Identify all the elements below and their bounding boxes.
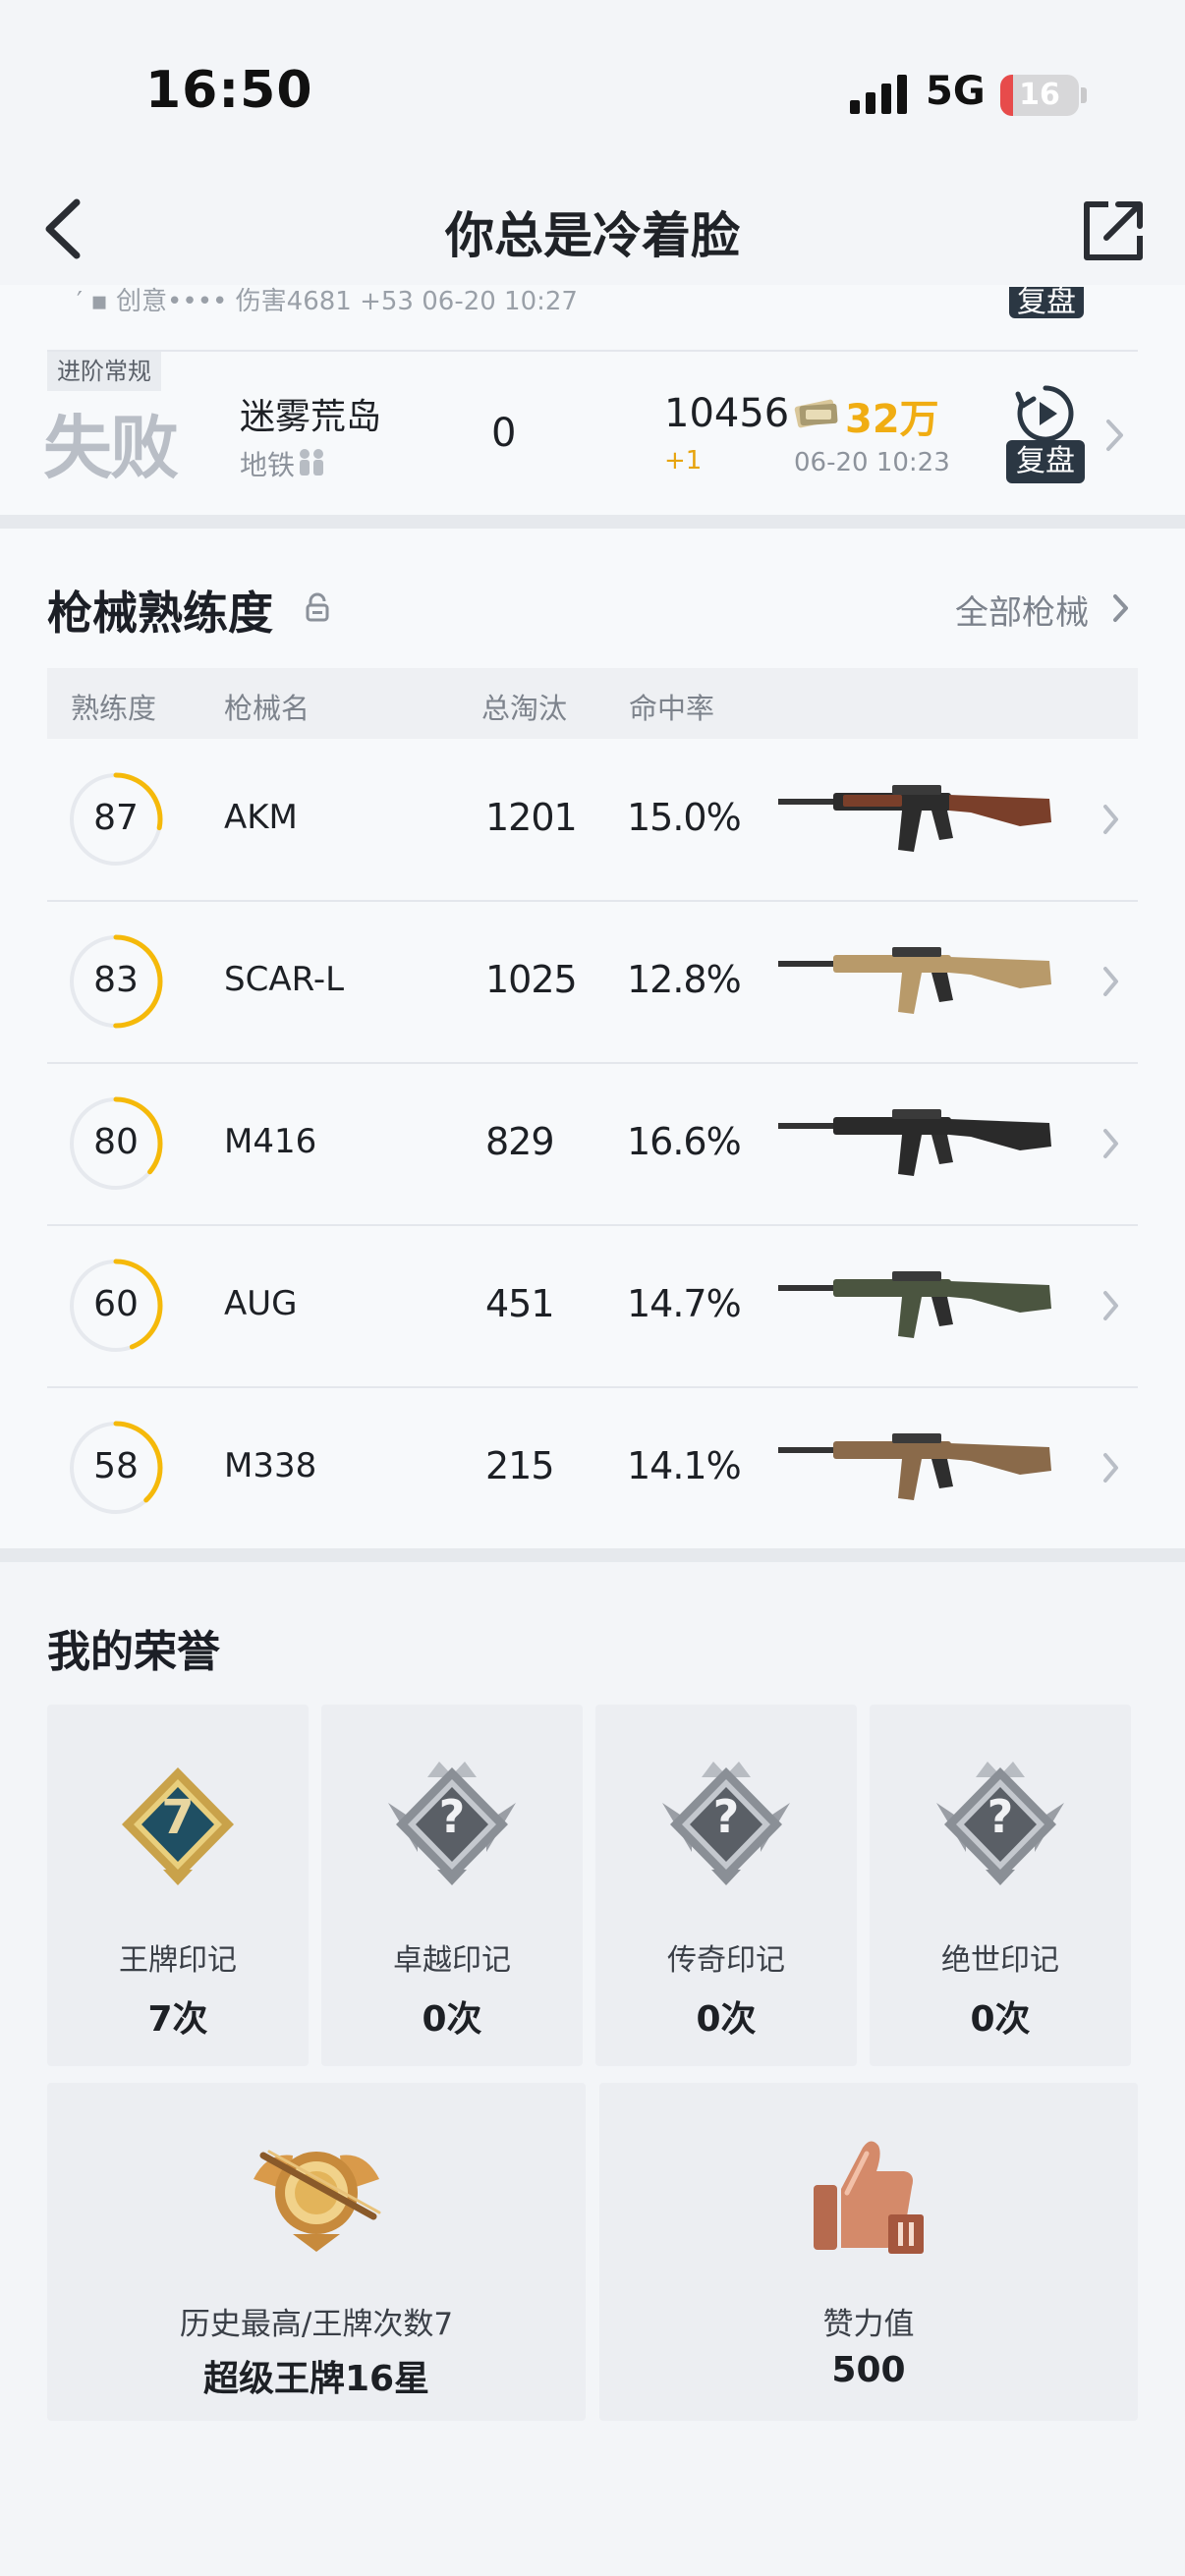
weapon-total-kills: 1201 — [485, 796, 578, 839]
weapon-name: M416 — [224, 1122, 317, 1161]
honor-count: 0次 — [696, 1999, 757, 2040]
battery-percent: 16 — [1019, 78, 1060, 112]
weapon-total-kills: 451 — [485, 1282, 555, 1325]
match-date: 06-20 10:23 — [794, 448, 950, 477]
mastery-level: 60 — [93, 1284, 139, 1324]
chevron-right-icon[interactable] — [1102, 1452, 1120, 1484]
match-kills: 0 — [491, 411, 517, 456]
column-header-weapon-name: 枪械名 — [224, 692, 310, 725]
section-divider — [0, 1548, 1185, 1562]
weapon-name: M338 — [224, 1446, 317, 1485]
match-sub-mode: 地铁 — [240, 449, 296, 481]
weapon-image — [778, 1271, 1051, 1338]
mastery-level: 58 — [93, 1446, 139, 1486]
rank-emblem-icon — [254, 2150, 381, 2252]
replay-button[interactable]: 复盘 — [1006, 440, 1085, 483]
chevron-right-icon[interactable] — [1102, 1290, 1120, 1321]
chevron-right-icon[interactable] — [1102, 804, 1120, 835]
column-header-mastery: 熟练度 — [71, 692, 157, 725]
weapon-table-header — [47, 668, 1138, 739]
history-best-label: 历史最高/王牌次数7 — [179, 2307, 454, 2342]
match-mode-tag: 进阶常规 — [47, 352, 161, 391]
column-header-total-kills: 总淘汰 — [481, 692, 568, 725]
match-score-delta: +1 — [664, 446, 703, 476]
weapon-name: SCAR-L — [224, 960, 345, 999]
mastery-level: 80 — [93, 1122, 139, 1162]
weapon-accuracy: 14.7% — [627, 1282, 742, 1325]
medal-badge-text: ? — [438, 1790, 466, 1843]
divider — [47, 350, 1138, 352]
chevron-right-icon[interactable] — [1112, 593, 1130, 623]
match-result: 失败 — [43, 408, 179, 488]
honor-count: 0次 — [422, 1999, 482, 2040]
match-reward: 32万 — [845, 397, 939, 442]
medal-badge-text: ? — [712, 1790, 740, 1843]
weapon-accuracy: 15.0% — [627, 796, 742, 839]
weapon-name: AKM — [224, 798, 298, 837]
honor-count: 0次 — [970, 1999, 1031, 2040]
medal-badge-text: ? — [987, 1790, 1014, 1843]
all-weapons-link[interactable]: 全部枪械 — [955, 586, 1089, 634]
weapon-total-kills: 1025 — [485, 958, 578, 1001]
page-title: 你总是冷着脸 — [445, 207, 740, 264]
mastery-level: 87 — [93, 798, 139, 838]
weapon-image — [778, 785, 1051, 852]
honors-title: 我的荣誉 — [47, 1627, 220, 1677]
weapon-total-kills: 829 — [485, 1120, 555, 1163]
match-map-name: 迷雾荒岛 — [240, 397, 382, 437]
previous-replay-label: 复盘 — [1017, 285, 1076, 318]
previous-match-row-clipped[interactable]: ′ ▪ 创意•••• 伤害4681 +53 06-20 10:27 — [0, 285, 1185, 319]
chevron-right-icon[interactable] — [1102, 1128, 1120, 1159]
likes-label: 赞力值 — [822, 2307, 915, 2342]
weapon-accuracy: 14.1% — [627, 1444, 742, 1487]
weapon-image — [778, 947, 1051, 1014]
cash-icon — [794, 399, 838, 428]
weapon-mastery-title: 枪械熟练度 — [47, 587, 273, 640]
squad-icon — [300, 449, 323, 476]
status-time: 16:50 — [145, 61, 313, 120]
honor-label: 卓越印记 — [393, 1943, 511, 1978]
history-best-value: 超级王牌16星 — [202, 2359, 430, 2399]
battery-tip — [1081, 87, 1087, 103]
network-type: 5G — [926, 69, 986, 114]
chevron-right-icon[interactable] — [1105, 419, 1125, 452]
mastery-level: 83 — [93, 960, 139, 1000]
weapon-total-kills: 215 — [485, 1444, 555, 1487]
honor-label: 传奇印记 — [667, 1943, 785, 1978]
previous-match-text: ′ ▪ 创意•••• 伤害4681 +53 06-20 10:27 — [77, 287, 578, 316]
match-score: 10456 — [664, 391, 790, 436]
signal-icon — [850, 75, 907, 114]
thumbs-up-icon — [814, 2141, 924, 2254]
honor-label: 绝世印记 — [941, 1943, 1059, 1978]
weapon-image — [778, 1433, 1051, 1500]
chevron-right-icon[interactable] — [1102, 966, 1120, 997]
honor-label: 王牌印记 — [119, 1943, 237, 1978]
weapon-accuracy: 16.6% — [627, 1120, 742, 1163]
honor-count: 7次 — [147, 1999, 208, 2040]
medal-badge-text: 7 — [161, 1790, 195, 1845]
weapon-image — [778, 1109, 1051, 1176]
replay-icon[interactable] — [1014, 382, 1077, 445]
likes-value: 500 — [831, 2350, 906, 2390]
weapon-accuracy: 12.8% — [627, 958, 742, 1001]
lock-icon — [306, 592, 329, 622]
share-icon[interactable] — [1079, 196, 1148, 265]
weapon-name: AUG — [224, 1284, 298, 1323]
section-divider — [0, 515, 1185, 529]
column-header-accuracy: 命中率 — [629, 692, 715, 725]
